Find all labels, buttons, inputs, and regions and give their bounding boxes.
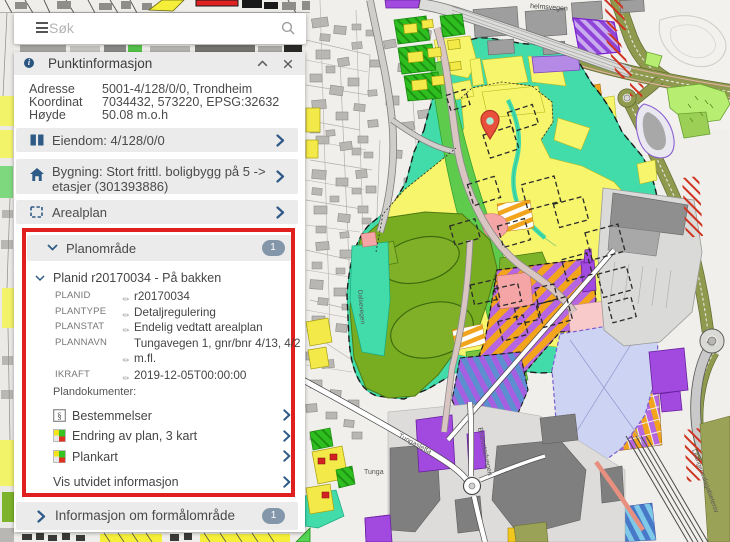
svg-text:§: § (57, 412, 62, 422)
svg-text:Tunga: Tunga (364, 469, 384, 476)
